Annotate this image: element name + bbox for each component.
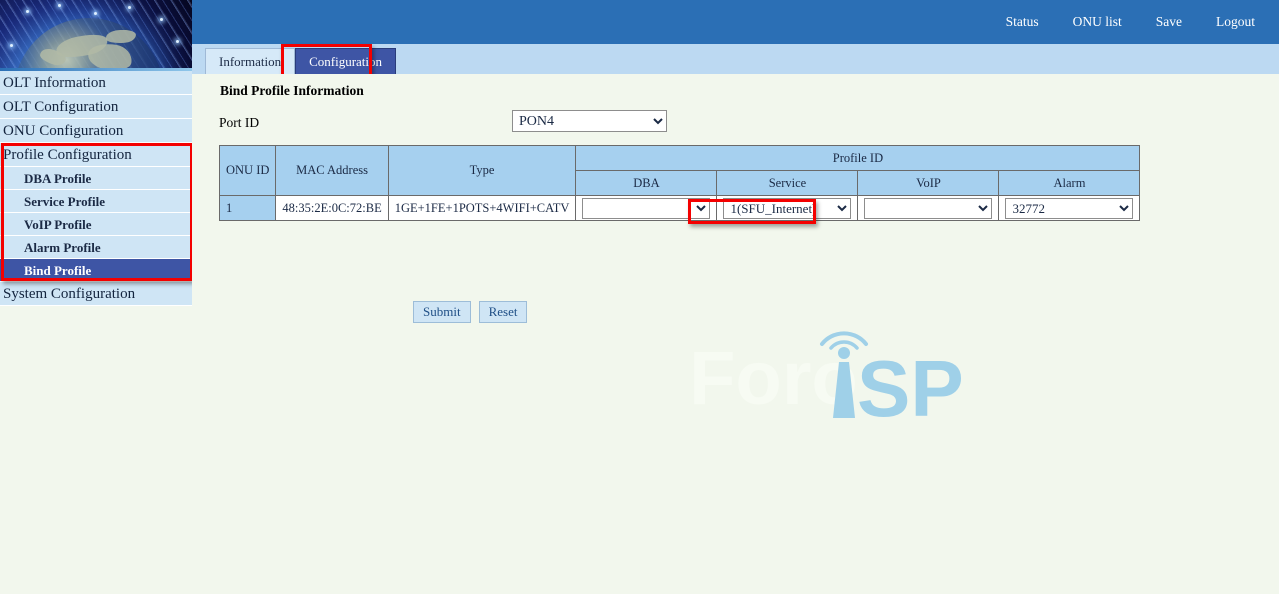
cell-onu-id: 1 — [220, 196, 276, 221]
header-link-save[interactable]: Save — [1156, 14, 1182, 30]
sidebar-item-voip-profile[interactable]: VoIP Profile — [0, 213, 192, 236]
header-link-logout[interactable]: Logout — [1216, 14, 1255, 30]
wifi-arc-outer-icon — [822, 333, 866, 344]
watermark-svg: Foro SP — [689, 326, 979, 426]
col-header-mac-address: MAC Address — [276, 146, 388, 196]
sidebar-item-olt-information[interactable]: OLT Information — [0, 71, 192, 95]
col-header-dba: DBA — [576, 171, 717, 196]
submit-button[interactable]: Submit — [413, 301, 471, 323]
cell-type: 1GE+1FE+1POTS+4WIFI+CATV — [388, 196, 576, 221]
reset-button[interactable]: Reset — [479, 301, 528, 323]
sidebar-item-onu-configuration[interactable]: ONU Configuration — [0, 119, 192, 143]
sidebar: OLT Information OLT Configuration ONU Co… — [0, 71, 192, 306]
table-header-row-1: ONU ID MAC Address Type Profile ID — [220, 146, 1140, 171]
cell-mac-address: 48:35:2E:0C:72:BE — [276, 196, 388, 221]
alarm-profile-select[interactable]: 32772 — [1005, 198, 1133, 219]
page-root: OLT Information OLT Configuration ONU Co… — [0, 0, 1279, 594]
form-button-row: Submit Reset — [413, 301, 527, 323]
header-nav-links: Status ONU list Save Logout — [1006, 0, 1255, 44]
table-body: 1 48:35:2E:0C:72:BE 1GE+1FE+1POTS+4WIFI+… — [220, 196, 1140, 221]
light-dot-icon — [160, 18, 163, 21]
watermark-text-foro: Foro — [689, 336, 858, 421]
col-header-service: Service — [717, 171, 858, 196]
tab-strip: Information Configuration — [192, 44, 1279, 74]
cell-dba — [576, 196, 717, 221]
sidebar-item-label: Alarm Profile — [24, 240, 101, 255]
tab-configuration[interactable]: Configuration — [295, 48, 396, 74]
bind-profile-table: ONU ID MAC Address Type Profile ID DBA S… — [219, 145, 1140, 221]
light-dot-icon — [26, 10, 29, 13]
sidebar-item-label: OLT Configuration — [3, 99, 118, 115]
sidebar-item-olt-configuration[interactable]: OLT Configuration — [0, 95, 192, 119]
light-dot-icon — [58, 4, 61, 7]
col-header-alarm: Alarm — [999, 171, 1140, 196]
watermark-text-sp: SP — [857, 344, 964, 426]
sidebar-item-service-profile[interactable]: Service Profile — [0, 190, 192, 213]
sidebar-item-label: DBA Profile — [24, 171, 91, 186]
voip-profile-select[interactable] — [864, 198, 992, 219]
page-title: Bind Profile Information — [220, 83, 364, 99]
cell-voip — [858, 196, 999, 221]
light-dot-icon — [128, 6, 131, 9]
cell-alarm: 32772 — [999, 196, 1140, 221]
sidebar-item-system-configuration[interactable]: System Configuration — [0, 282, 192, 306]
col-header-voip: VoIP — [858, 171, 999, 196]
port-id-label: Port ID — [219, 115, 259, 131]
dba-profile-select[interactable] — [582, 198, 710, 219]
light-dot-icon — [10, 44, 13, 47]
tower-dot-icon — [838, 347, 850, 359]
col-header-profile-id: Profile ID — [576, 146, 1140, 171]
sidebar-item-label: System Configuration — [3, 286, 135, 302]
sidebar-item-label: VoIP Profile — [24, 217, 92, 232]
col-header-type: Type — [388, 146, 576, 196]
sidebar-item-label: OLT Information — [3, 75, 106, 91]
sidebar-item-label: Profile Configuration — [3, 147, 132, 163]
header-link-status[interactable]: Status — [1006, 14, 1039, 30]
banner-globe-image — [0, 0, 192, 71]
sidebar-item-label: Bind Profile — [24, 263, 91, 278]
col-header-onu-id: ONU ID — [220, 146, 276, 196]
wifi-arc-inner-icon — [831, 342, 857, 348]
port-id-select[interactable]: PON4 — [512, 110, 667, 132]
light-dot-icon — [94, 12, 97, 15]
sidebar-item-dba-profile[interactable]: DBA Profile — [0, 167, 192, 190]
table-row: 1 48:35:2E:0C:72:BE 1GE+1FE+1POTS+4WIFI+… — [220, 196, 1140, 221]
content-area: Bind Profile Information Port ID PON4 ON… — [192, 74, 1279, 594]
sidebar-item-alarm-profile[interactable]: Alarm Profile — [0, 236, 192, 259]
top-header-bar: Status ONU list Save Logout — [192, 0, 1279, 44]
tab-information[interactable]: Information — [205, 48, 295, 74]
foroisp-watermark-logo: Foro SP — [689, 326, 979, 426]
cell-service: 1(SFU_Internet) — [717, 196, 858, 221]
sidebar-item-profile-configuration[interactable]: Profile Configuration — [0, 143, 192, 167]
tower-icon — [833, 362, 855, 418]
sidebar-item-bind-profile[interactable]: Bind Profile — [0, 259, 192, 282]
sidebar-item-label: Service Profile — [24, 194, 105, 209]
service-profile-select[interactable]: 1(SFU_Internet) — [723, 198, 851, 219]
sidebar-item-label: ONU Configuration — [3, 123, 123, 139]
header-link-onu-list[interactable]: ONU list — [1073, 14, 1122, 30]
light-dot-icon — [176, 40, 179, 43]
table-head: ONU ID MAC Address Type Profile ID DBA S… — [220, 146, 1140, 196]
